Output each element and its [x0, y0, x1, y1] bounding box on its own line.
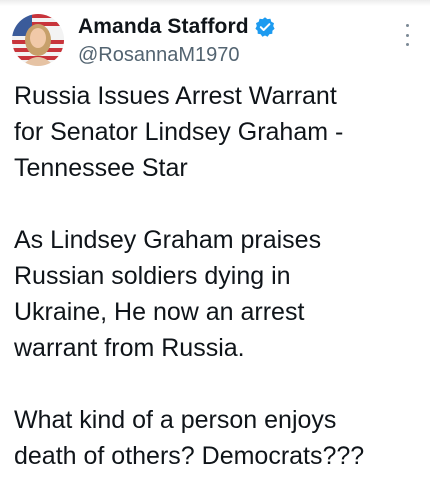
verified-badge-icon	[254, 16, 276, 38]
previous-content-edge	[0, 0, 430, 6]
tweet-line: What kind of a person enjoys	[14, 406, 337, 434]
tweet-line: for Senator Lindsey Graham -	[14, 118, 344, 146]
tweet-line: death of others? Democrats???	[14, 442, 365, 470]
tweet-line: Russian soldiers dying in	[14, 262, 291, 290]
tweet-line: warrant from Russia.	[14, 334, 245, 362]
handle[interactable]: @RosannaM1970	[78, 42, 276, 68]
tweet-line: Tennessee Star	[14, 154, 188, 182]
avatar-image	[12, 14, 64, 66]
display-name-row: Amanda Stafford	[78, 14, 276, 40]
tweet-line: As Lindsey Graham praises	[14, 226, 322, 254]
avatar[interactable]	[12, 14, 64, 66]
display-name[interactable]: Amanda Stafford	[78, 14, 249, 40]
author-names: Amanda Stafford @RosannaM1970	[78, 14, 276, 68]
more-options-icon[interactable]	[400, 24, 414, 46]
tweet-line: Russia Issues Arrest Warrant	[14, 82, 337, 110]
tweet-line: Ukraine, He now an arrest	[14, 298, 305, 326]
tweet-text: Russia Issues Arrest Warrant for Senator…	[14, 78, 424, 474]
tweet-paragraph: As Lindsey Graham praises Russian soldie…	[14, 222, 424, 366]
tweet-paragraph: Russia Issues Arrest Warrant for Senator…	[14, 78, 424, 186]
tweet-paragraph: What kind of a person enjoys death of ot…	[14, 402, 424, 474]
tweet-header: Amanda Stafford @RosannaM1970	[12, 14, 420, 70]
